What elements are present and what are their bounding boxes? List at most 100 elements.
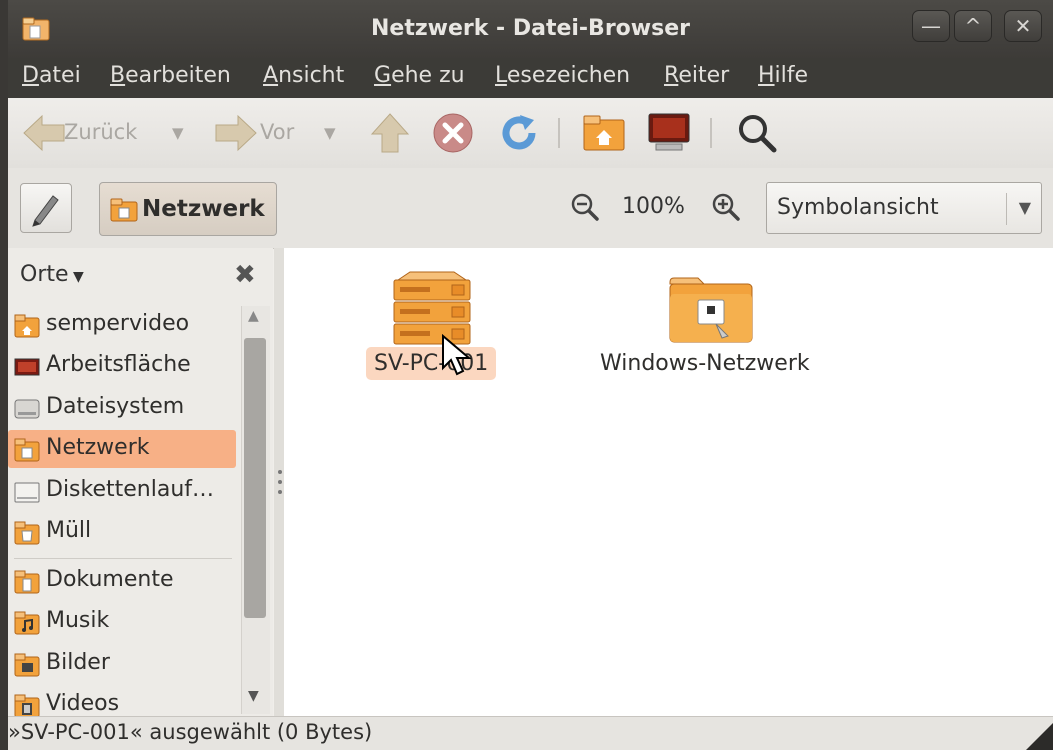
sidebar-item-label: Diskettenlauf… (46, 477, 215, 502)
forward-button-label[interactable]: Vor (260, 120, 294, 144)
back-history-dropdown[interactable]: ▼ (172, 124, 184, 142)
sidebar-item-label: sempervideo (46, 311, 190, 336)
title-bar[interactable]: Netzwerk - Datei-Browser — ^ ✕ (8, 0, 1053, 58)
home-folder-icon[interactable] (582, 112, 626, 154)
file-browser-window: Netzwerk - Datei-Browser — ^ ✕ Datei Bea… (8, 0, 1053, 750)
sidebar-item-label: Musik (46, 608, 110, 633)
sidebar-item-label: Netzwerk (46, 435, 150, 460)
menu-label: esezeichen (506, 63, 631, 88)
sidebar-item-musik[interactable]: Musik (8, 603, 236, 641)
menu-bearbeiten[interactable]: Bearbeiten (110, 63, 231, 88)
menu-accel: L (495, 63, 507, 88)
sidebar-scrollbar-thumb[interactable] (244, 338, 266, 618)
window-title: Netzwerk - Datei-Browser (371, 16, 690, 41)
menu-accel: D (22, 63, 39, 88)
file-item-label: SV-PC-001 (366, 347, 497, 380)
sidebar-header[interactable]: Orte ▼ (20, 262, 84, 287)
sidebar-header-label: Orte (20, 262, 69, 287)
network-folder-icon (110, 198, 138, 222)
menu-label: atei (38, 63, 81, 88)
toolbar: Zurück ▼ Vor ▼ (8, 98, 1053, 169)
search-icon[interactable] (736, 112, 778, 154)
status-bar: »SV-PC-001« ausgewählt (0 Bytes) (8, 716, 1053, 750)
videos-folder-icon (14, 694, 40, 718)
sidebar-item-muell[interactable]: Müll (8, 513, 236, 551)
sidebar-item-dateisystem[interactable]: Dateisystem (8, 389, 236, 427)
status-text: »SV-PC-001« ausgewählt (0 Bytes) (8, 720, 373, 744)
minimize-button[interactable]: — (912, 10, 950, 42)
path-button-netzwerk[interactable]: Netzwerk (99, 182, 277, 236)
menu-datei[interactable]: Datei (22, 63, 81, 88)
menu-hilfe[interactable]: Hilfe (758, 63, 808, 88)
stop-icon[interactable] (432, 112, 474, 154)
file-view[interactable]: SV-PC-001 Windows-Netzwerk (284, 248, 1053, 716)
trash-icon (14, 521, 40, 545)
scroll-down-arrow-icon[interactable]: ▼ (248, 688, 259, 704)
sidebar-item-diskettenlaufwerk[interactable]: Diskettenlauf… (8, 472, 236, 510)
music-folder-icon (14, 611, 40, 635)
view-mode-select[interactable]: Symbolansicht ▼ (766, 182, 1042, 234)
documents-folder-icon (14, 570, 40, 594)
splitter-grip (278, 490, 282, 494)
menu-accel: G (374, 63, 392, 88)
menu-accel: B (110, 63, 126, 88)
menu-lesezeichen[interactable]: Lesezeichen (495, 63, 630, 88)
menu-label: eiter (678, 63, 730, 88)
sidebar-item-label: Bilder (46, 650, 110, 675)
reload-icon[interactable] (498, 112, 540, 154)
forward-arrow-icon[interactable] (214, 112, 258, 154)
sidebar-item-arbeitsflaeche[interactable]: Arbeitsfläche (8, 347, 236, 385)
zoom-in-icon[interactable] (711, 192, 741, 222)
zoom-out-icon[interactable] (570, 192, 600, 222)
menu-label: nsicht (278, 63, 345, 88)
sidebar-item-label: Dokumente (46, 567, 174, 592)
location-bar: Netzwerk 100% Symbolansicht ▼ (8, 168, 1053, 249)
menu-accel: R (664, 63, 679, 88)
menu-label: ehe zu (391, 63, 465, 88)
home-folder-icon (14, 314, 40, 338)
floppy-drive-icon (14, 482, 40, 503)
view-mode-label: Symbolansicht (777, 195, 939, 220)
sidebar: Orte ▼ ✖ sempervideo Arbeitsfläche Datei… (8, 248, 273, 718)
zoom-level[interactable]: 100% (622, 194, 685, 219)
drive-icon (14, 399, 40, 419)
computer-icon[interactable] (646, 112, 692, 154)
mouse-cursor-icon (442, 334, 472, 376)
forward-history-dropdown[interactable]: ▼ (324, 124, 336, 142)
menu-reiter[interactable]: Reiter (664, 63, 729, 88)
toolbar-separator (710, 118, 712, 148)
back-arrow-icon[interactable] (22, 112, 66, 154)
chevron-down-icon: ▼ (1018, 198, 1031, 217)
resize-grip[interactable] (1025, 723, 1053, 750)
close-button[interactable]: ✕ (1004, 10, 1042, 42)
sidebar-item-label: Müll (46, 518, 92, 543)
scroll-up-arrow-icon[interactable]: ▲ (248, 308, 259, 324)
edit-location-button[interactable] (20, 183, 72, 233)
menu-ansicht[interactable]: Ansicht (263, 63, 344, 88)
file-item-label: Windows-Netzwerk (600, 351, 810, 376)
menu-label: earbeiten (125, 63, 231, 88)
up-arrow-icon[interactable] (370, 112, 410, 154)
maximize-button[interactable]: ^ (954, 10, 992, 42)
menu-bar: Datei Bearbeiten Ansicht Gehe zu Lesezei… (8, 58, 1053, 98)
sidebar-item-dokumente[interactable]: Dokumente (8, 562, 236, 600)
close-icon[interactable]: ✖ (234, 260, 256, 290)
chevron-down-icon: ▼ (68, 269, 84, 285)
pictures-folder-icon (14, 653, 40, 677)
menu-gehe-zu[interactable]: Gehe zu (374, 63, 465, 88)
pencil-icon (32, 195, 59, 227)
splitter-grip (278, 480, 282, 484)
path-button-label: Netzwerk (142, 196, 265, 222)
sidebar-item-sempervideo[interactable]: sempervideo (8, 306, 236, 344)
sidebar-divider (14, 558, 232, 559)
network-folder-icon (14, 438, 40, 462)
desktop-icon (14, 358, 40, 376)
menu-accel: A (263, 63, 279, 88)
sidebar-item-label: Dateisystem (46, 394, 185, 419)
sidebar-item-label: Videos (46, 691, 120, 716)
sidebar-item-netzwerk[interactable]: Netzwerk (8, 430, 236, 468)
toolbar-separator (558, 118, 560, 148)
back-button-label[interactable]: Zurück (64, 120, 137, 144)
sidebar-item-bilder[interactable]: Bilder (8, 645, 236, 683)
sidebar-item-label: Arbeitsfläche (46, 352, 191, 377)
